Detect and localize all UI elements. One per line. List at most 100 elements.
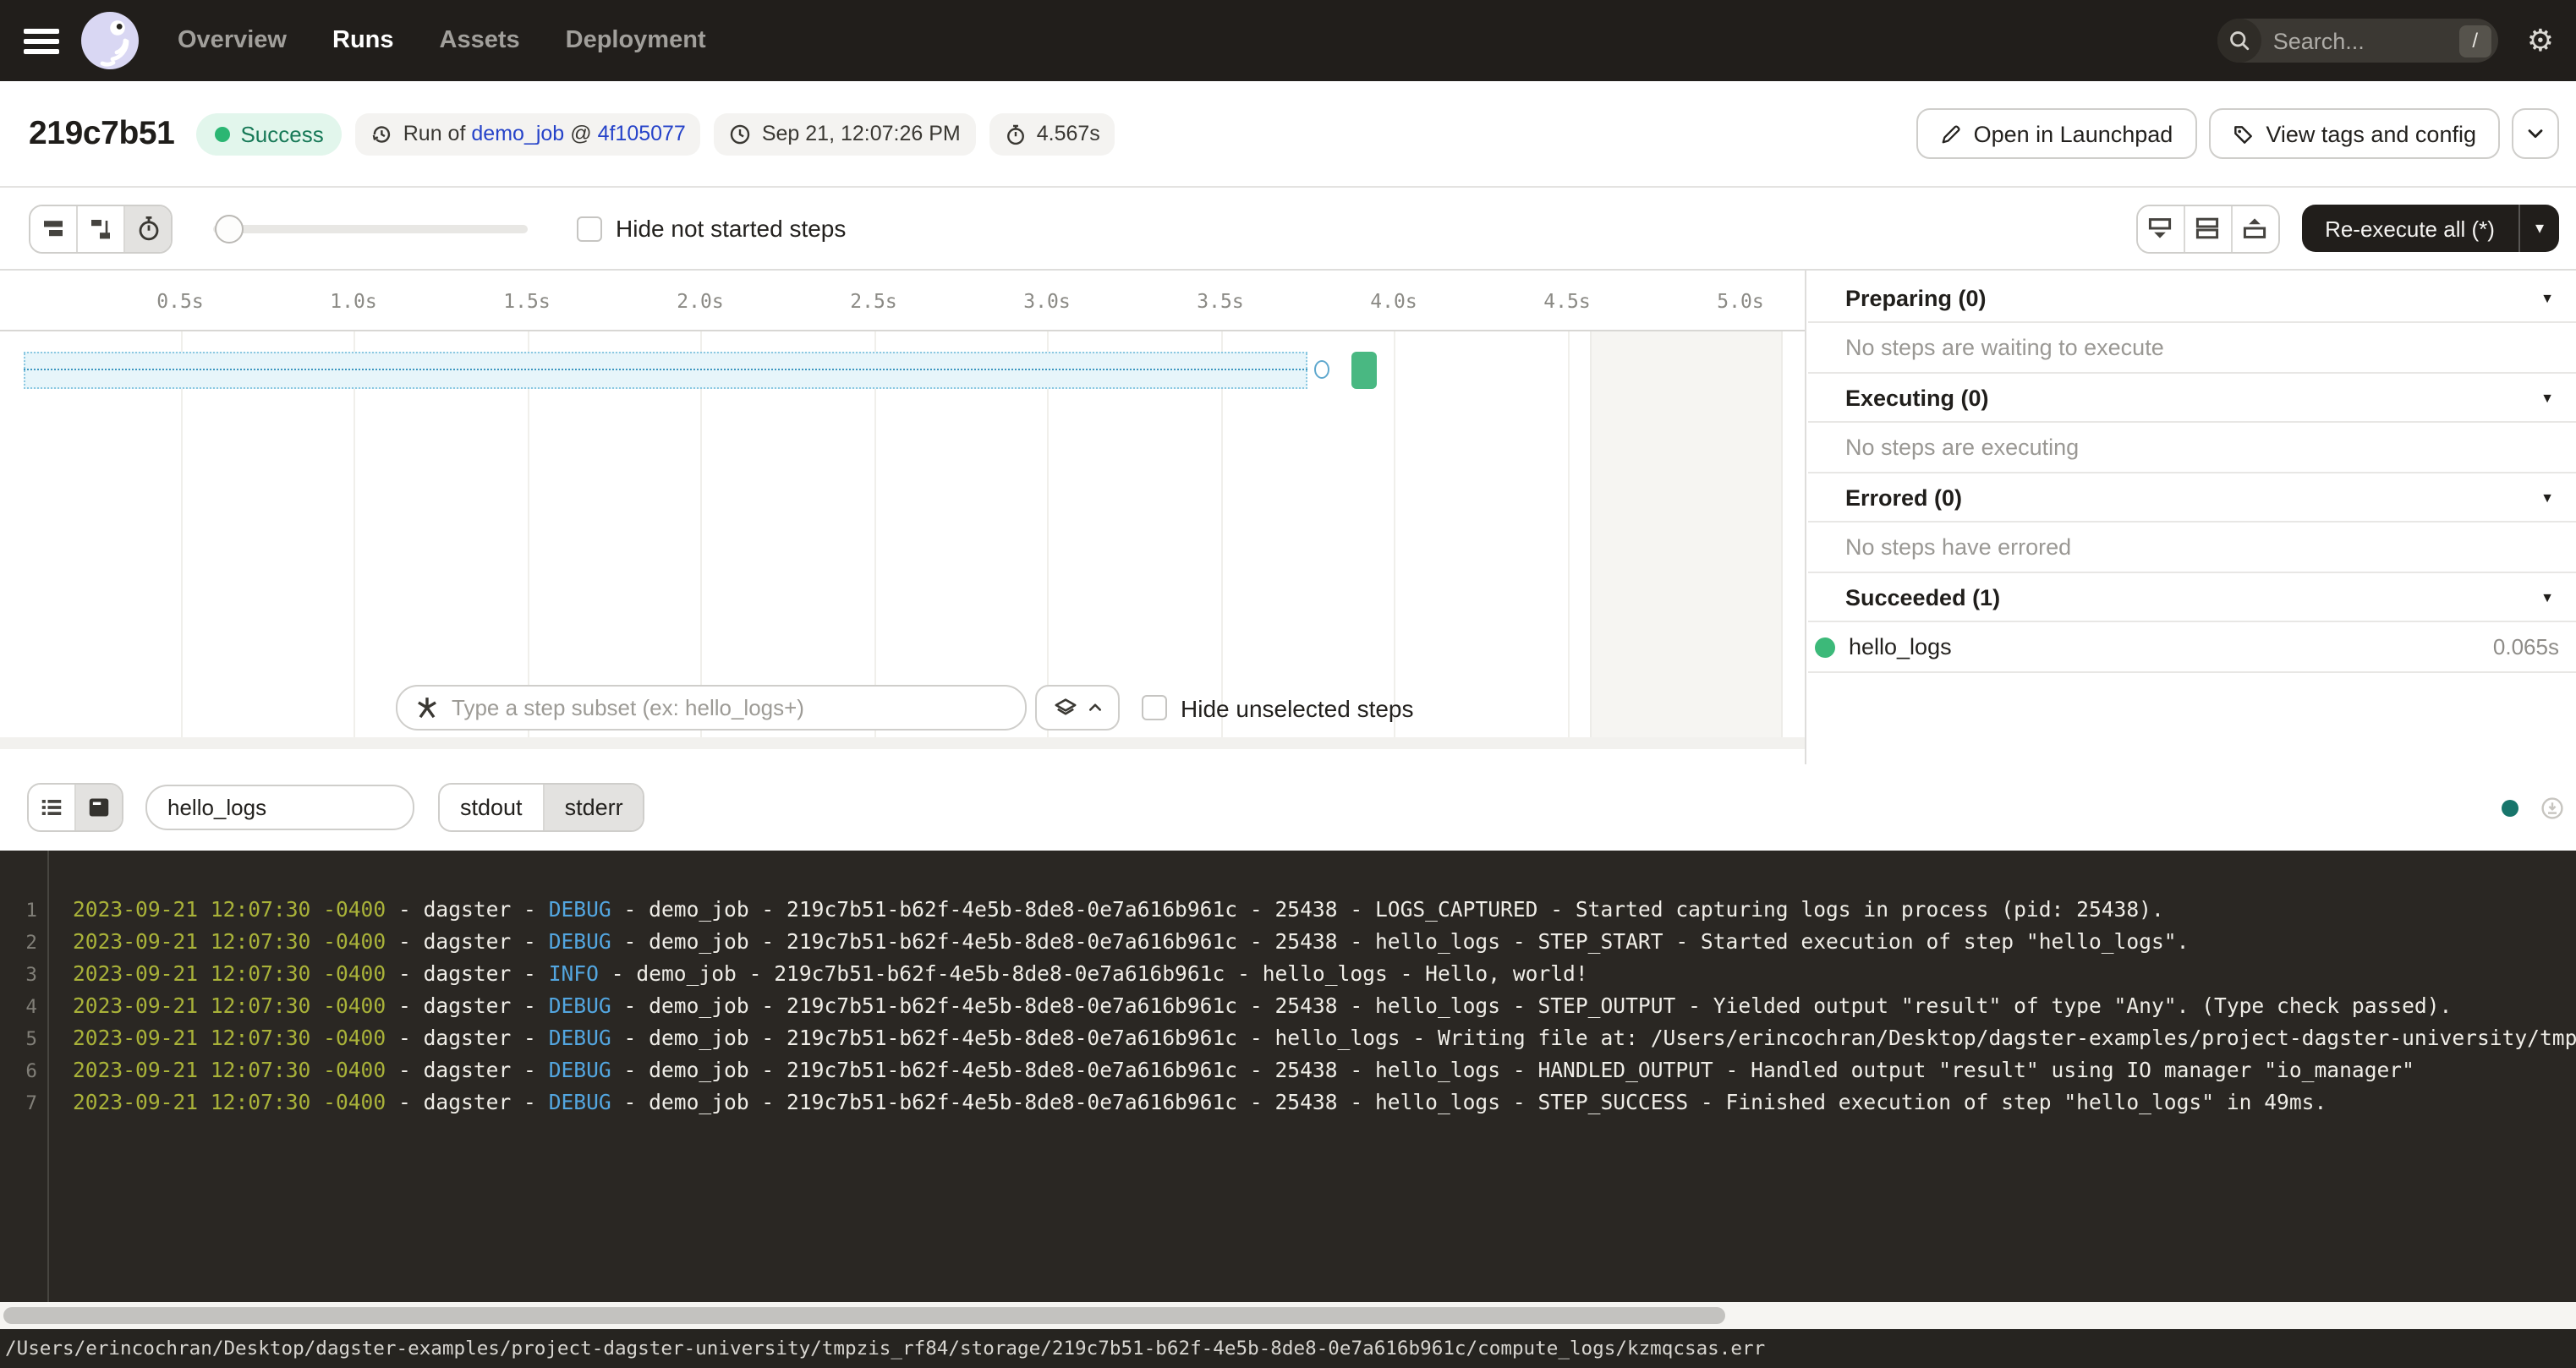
nav-overview[interactable]: Overview	[178, 27, 287, 54]
panel-section-title: Preparing (0)	[1845, 285, 1987, 310]
log-hscrollbar-thumb[interactable]	[3, 1307, 1725, 1324]
gantt-hscrollbar-track[interactable]	[0, 737, 1805, 749]
tab-stderr[interactable]: stderr	[543, 785, 644, 830]
reexecute-split-button: Re-execute all (*) ▾	[2301, 205, 2559, 252]
top-nav: Overview Runs Assets Deployment Search..…	[0, 0, 2576, 81]
gantt-gridline	[874, 331, 875, 737]
log-segment-plain: - dagster -	[386, 962, 549, 986]
panel-split-button[interactable]	[2183, 205, 2230, 251]
zoom-slider-track	[213, 224, 528, 233]
tag-icon	[2232, 123, 2254, 145]
stopwatch-icon	[1005, 123, 1027, 145]
header-more-actions-button[interactable]	[2512, 108, 2559, 159]
log-segment-plain: - demo_job - 219c7b51-b62f-4e5b-8de8-0e7…	[611, 1026, 2576, 1050]
nav-deployment[interactable]: Deployment	[566, 27, 706, 54]
log-segment-plain: - dagster -	[386, 1059, 549, 1082]
view-tags-config-button[interactable]: View tags and config	[2208, 108, 2500, 159]
flat-view-icon	[40, 215, 67, 242]
raw-log-viewer[interactable]: 12023-09-21 12:07:30 -0400 - dagster - D…	[0, 851, 2576, 1302]
nav-runs[interactable]: Runs	[332, 27, 394, 54]
nav-assets[interactable]: Assets	[440, 27, 520, 54]
log-line: 32023-09-21 12:07:30 -0400 - dagster - I…	[0, 959, 2576, 991]
log-line: 12023-09-21 12:07:30 -0400 - dagster - D…	[0, 895, 2576, 927]
step-success-dot-icon	[1815, 637, 1835, 657]
log-line-number: 7	[0, 1087, 37, 1119]
caret-down-icon: ▼	[2540, 390, 2554, 405]
log-capture-status-dot	[2502, 799, 2518, 816]
log-line-number: 2	[0, 927, 37, 959]
step-status-panel: Preparing (0)▼No steps are waiting to ex…	[1808, 271, 2576, 768]
gantt-chart[interactable]: 0.5s1.0s1.5s2.0s2.5s3.0s3.5s4.0s4.5s5.0s…	[0, 271, 1806, 764]
step-duration: 0.065s	[2493, 634, 2559, 659]
status-bar: /Users/erincochran/Desktop/dagster-examp…	[0, 1329, 2576, 1368]
step-subset-input[interactable]: Type a step subset (ex: hello_logs+)	[396, 685, 1027, 731]
run-of-text: Run of demo_job @ 4f105077	[403, 122, 686, 145]
zoom-slider-thumb[interactable]	[215, 214, 244, 243]
reexecute-all-button[interactable]: Re-execute all (*)	[2301, 205, 2518, 252]
log-step-filter-input[interactable]: hello_logs	[145, 785, 414, 830]
primary-nav: Overview Runs Assets Deployment	[178, 27, 706, 54]
timed-view-button[interactable]	[123, 205, 171, 251]
run-of-prefix: Run of	[403, 122, 466, 145]
hide-unselected-checkbox[interactable]	[1142, 695, 1167, 720]
panel-top-button[interactable]	[2230, 205, 2277, 251]
gantt-step-bar-hello_logs[interactable]	[1352, 352, 1378, 389]
log-segment-level: DEBUG	[549, 1026, 611, 1050]
clock-icon	[730, 123, 752, 145]
log-line-number: 3	[0, 959, 37, 991]
hamburger-menu-icon[interactable]	[24, 28, 59, 53]
hide-not-started-checkbox-row[interactable]: Hide not started steps	[577, 215, 846, 242]
gantt-gridline	[1220, 331, 1222, 737]
tab-stdout[interactable]: stdout	[440, 785, 543, 830]
flat-view-button[interactable]	[30, 205, 76, 251]
log-hscrollbar-track[interactable]	[0, 1302, 2576, 1329]
reexecute-caret-button[interactable]: ▾	[2518, 205, 2559, 252]
apply-subset-button[interactable]	[1035, 685, 1120, 731]
axis-tick-label: 2.5s	[850, 289, 896, 313]
log-segment-time: 2023-09-21 12:07:30 -0400	[73, 1059, 386, 1082]
structured-log-view-button[interactable]	[29, 785, 74, 830]
panel-empty-row: No steps have errored	[1808, 523, 2576, 573]
gantt-toolbar: Hide not started steps	[0, 188, 2576, 271]
gantt-gridline	[354, 331, 355, 737]
history-icon	[371, 123, 393, 145]
run-of-tag: Run of demo_job @ 4f105077	[356, 112, 701, 155]
timestamp-tag: Sep 21, 12:07:26 PM	[715, 112, 976, 155]
caret-down-icon: ▼	[2540, 490, 2554, 505]
commit-link[interactable]: 4f105077	[598, 122, 686, 145]
log-line: 22023-09-21 12:07:30 -0400 - dagster - D…	[0, 927, 2576, 959]
log-segment-plain: - demo_job - 219c7b51-b62f-4e5b-8de8-0e7…	[611, 1059, 2414, 1082]
panel-section-header[interactable]: Succeeded (1)▼	[1808, 573, 2576, 622]
panel-bottom-button[interactable]	[2137, 205, 2183, 251]
axis-tick-label: 4.5s	[1543, 289, 1590, 313]
gantt-gridline	[1047, 331, 1049, 737]
log-segment-level: DEBUG	[549, 898, 611, 922]
log-segment-plain: - demo_job - 219c7b51-b62f-4e5b-8de8-0e7…	[599, 962, 1588, 986]
panel-section-header[interactable]: Errored (0)▼	[1808, 473, 2576, 523]
gear-icon[interactable]: ⚙	[2527, 25, 2554, 56]
search-shortcut-badge: /	[2459, 25, 2491, 57]
panel-section-header[interactable]: Preparing (0)▼	[1808, 274, 2576, 323]
hide-unselected-checkbox-row[interactable]: Hide unselected steps	[1142, 694, 1414, 721]
log-line: 62023-09-21 12:07:30 -0400 - dagster - D…	[0, 1055, 2576, 1087]
gantt-gridline	[1394, 331, 1395, 737]
chevron-up-icon	[1087, 700, 1102, 715]
raw-log-view-button[interactable]	[74, 785, 122, 830]
open-in-launchpad-label: Open in Launchpad	[1974, 121, 2173, 146]
panel-step-row[interactable]: hello_logs0.065s	[1808, 622, 2576, 673]
search-input[interactable]: Search... /	[2217, 19, 2498, 63]
gantt-gridline	[527, 331, 529, 737]
panel-section-header[interactable]: Executing (0)▼	[1808, 374, 2576, 423]
gantt-after-run-shade	[1590, 331, 1782, 737]
waterfall-view-button[interactable]	[76, 205, 123, 251]
axis-tick-label: 0.5s	[156, 289, 203, 313]
log-line-number: 4	[0, 991, 37, 1023]
caret-down-icon: ▾	[2535, 219, 2544, 238]
view-tags-config-label: View tags and config	[2266, 121, 2476, 146]
zoom-slider[interactable]	[213, 214, 528, 243]
download-log-button[interactable]	[2540, 796, 2564, 819]
dagster-logo[interactable]	[81, 12, 139, 69]
open-in-launchpad-button[interactable]: Open in Launchpad	[1916, 108, 2197, 159]
job-name-link[interactable]: demo_job	[471, 122, 564, 145]
hide-not-started-checkbox[interactable]	[577, 216, 602, 241]
